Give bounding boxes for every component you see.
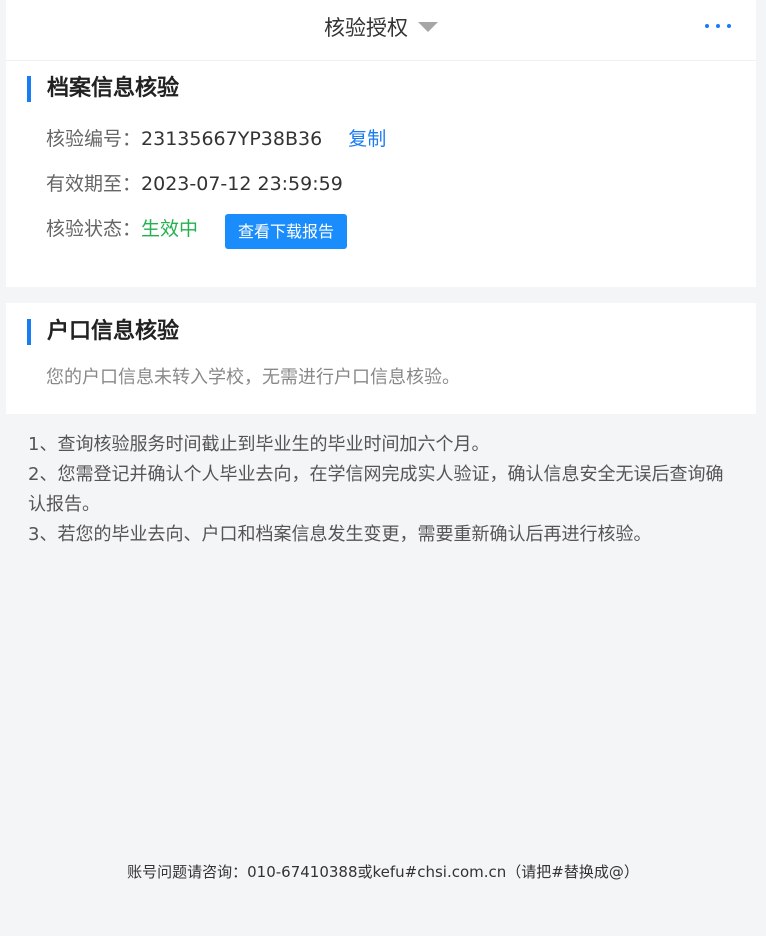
note-item: 2、您需登记并确认个人毕业去向，在学信网完成实人验证，确认信息安全无误后查询确认… <box>28 464 724 515</box>
status-value: 生效中 <box>141 218 199 240</box>
verification-code-row: 核验编号：23135667YP38B36 复制 <box>46 126 386 152</box>
notes-list: 1、查询核验服务时间截止到毕业生的毕业时间加六个月。 2、您需登记并确认个人毕业… <box>28 430 740 550</box>
verification-code-label: 核验编号： <box>46 128 142 150</box>
expiry-row: 有效期至：2023-07-12 23:59:59 <box>46 171 343 197</box>
top-bar: 核验授权 <box>6 0 756 61</box>
note-item: 3、若您的毕业去向、户口和档案信息发生变更，需要重新确认后再进行核验。 <box>28 524 652 545</box>
archive-section-title: 档案信息核验 <box>27 76 179 102</box>
status-label: 核验状态： <box>46 218 142 240</box>
page-title: 核验授权 <box>324 16 408 40</box>
hukou-message: 您的户口信息未转入学校，无需进行户口信息核验。 <box>46 367 460 388</box>
hukou-section-title: 户口信息核验 <box>27 319 179 345</box>
archive-verification-card: 档案信息核验 核验编号：23135667YP38B36 复制 有效期至：2023-… <box>6 61 756 287</box>
expiry-label: 有效期至： <box>46 173 142 195</box>
expiry-value: 2023-07-12 23:59:59 <box>141 173 343 195</box>
dot <box>716 24 720 28</box>
view-download-report-button[interactable]: 查看下载报告 <box>225 214 347 249</box>
copy-link[interactable]: 复制 <box>348 128 386 150</box>
verification-code-value: 23135667YP38B36 <box>141 128 323 150</box>
hukou-verification-card: 户口信息核验 您的户口信息未转入学校，无需进行户口信息核验。 <box>6 303 756 414</box>
more-dots-icon[interactable] <box>705 22 731 30</box>
page-title-dropdown[interactable]: 核验授权 <box>6 13 756 43</box>
status-row: 核验状态：生效中 <box>46 216 198 242</box>
note-item: 1、查询核验服务时间截止到毕业生的毕业时间加六个月。 <box>28 434 490 455</box>
caret-down-icon <box>418 22 438 32</box>
dot <box>705 24 709 28</box>
dot <box>727 24 731 28</box>
footer-contact: 账号问题请咨询：010-67410388或kefu#chsi.com.cn（请把… <box>127 863 639 881</box>
